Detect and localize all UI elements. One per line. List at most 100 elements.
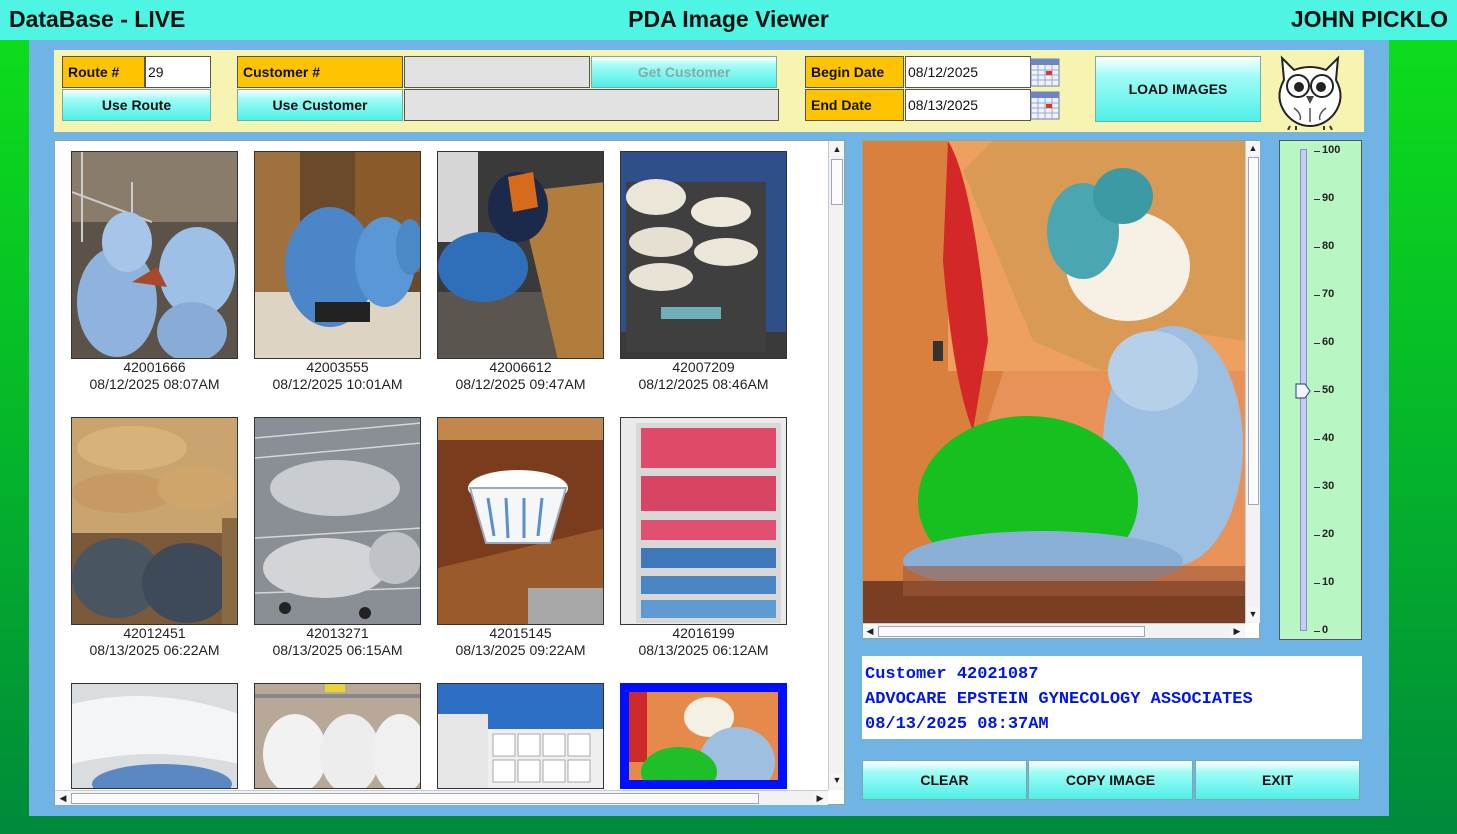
route-input[interactable]: 29 <box>145 56 211 88</box>
scroll-down-icon[interactable]: ▼ <box>830 773 844 787</box>
image-id: 42012451 <box>123 625 186 641</box>
zoom-slider[interactable]: 100 90 80 70 60 50 40 30 20 10 0 <box>1279 140 1362 640</box>
slider-tick-mark <box>1314 535 1320 536</box>
thumbnail-image[interactable] <box>437 683 604 789</box>
thumbnail-image[interactable] <box>254 417 421 625</box>
image-gallery: 42001666 08/12/2025 08:07AM 42003555 08/… <box>54 140 845 805</box>
image-timestamp: 08/13/2025 06:12AM <box>638 642 769 658</box>
image-id: 42003555 <box>306 359 369 375</box>
slider-tick-label: 40 <box>1322 432 1335 444</box>
slider-tick-label: 60 <box>1322 336 1335 348</box>
preview-vertical-scrollbar[interactable]: ▲ ▼ <box>1245 141 1260 623</box>
image-timestamp: 08/12/2025 10:01AM <box>272 376 403 392</box>
slider-tick-mark <box>1314 487 1320 488</box>
customer-input[interactable] <box>404 56 590 88</box>
scroll-right-icon[interactable]: ▶ <box>1230 624 1244 638</box>
scroll-up-icon[interactable]: ▲ <box>830 142 844 156</box>
copy-image-button[interactable]: COPY IMAGE <box>1028 760 1193 800</box>
gallery-horizontal-scrollbar[interactable]: ◀ ▶ <box>55 790 828 805</box>
thumbnail-image[interactable] <box>437 417 604 625</box>
exit-button[interactable]: EXIT <box>1195 760 1360 800</box>
slider-tick-mark <box>1314 199 1320 200</box>
end-date-label: End Date <box>805 89 904 121</box>
slider-tick-label: 90 <box>1322 192 1335 204</box>
owl-logo <box>1268 50 1352 131</box>
gallery-vertical-scrollbar[interactable]: ▲ ▼ <box>828 141 844 790</box>
preview-horizontal-scrollbar[interactable]: ◀ ▶ <box>863 623 1245 638</box>
clear-button[interactable]: CLEAR <box>862 760 1027 800</box>
user-name: JOHN PICKLO <box>1290 6 1448 32</box>
slider-tick-mark <box>1314 439 1320 440</box>
slider-tick-label: 80 <box>1322 240 1335 252</box>
customer-number: Customer 42021087 <box>865 665 1039 684</box>
use-customer-button[interactable]: Use Customer <box>237 89 403 121</box>
image-id: 42001666 <box>123 359 186 375</box>
end-date-input[interactable]: 08/13/2025 <box>905 89 1031 121</box>
thumbnail-image[interactable] <box>620 417 787 625</box>
slider-tick-mark <box>1314 247 1320 248</box>
slider-tick-mark <box>1314 343 1320 344</box>
scroll-left-icon[interactable]: ◀ <box>863 624 877 638</box>
calendar-icon[interactable] <box>1030 57 1060 87</box>
image-timestamp: 08/13/2025 08:37AM <box>865 715 1049 734</box>
slider-tick-mark <box>1314 151 1320 152</box>
slider-tick-mark <box>1314 631 1320 632</box>
slider-tick-label: 30 <box>1322 480 1335 492</box>
image-timestamp: 08/12/2025 08:07AM <box>89 376 220 392</box>
thumbnail-image[interactable] <box>71 683 238 789</box>
slider-tick-label: 100 <box>1322 144 1341 156</box>
load-images-button[interactable]: LOAD IMAGES <box>1095 56 1261 122</box>
main-panel: Route # 29 Use Route Customer # Get Cust… <box>29 40 1389 816</box>
customer-name: ADVOCARE EPSTEIN GYNECOLOGY ASSOCIATES <box>865 690 1253 709</box>
image-id: 42015145 <box>489 625 552 641</box>
thumbnail-image[interactable] <box>254 151 421 359</box>
image-timestamp: 08/13/2025 06:22AM <box>89 642 220 658</box>
slider-tick-label: 20 <box>1322 528 1335 540</box>
slider-tick-label: 10 <box>1322 576 1335 588</box>
customer-label: Customer # <box>237 56 403 88</box>
slider-tick-mark <box>1314 295 1320 296</box>
route-label: Route # <box>62 56 145 88</box>
scroll-up-icon[interactable]: ▲ <box>1246 141 1260 155</box>
app-title: PDA Image Viewer <box>628 6 829 32</box>
slider-tick-label: 70 <box>1322 288 1335 300</box>
slider-tick-mark <box>1314 583 1320 584</box>
image-timestamp: 08/12/2025 09:47AM <box>455 376 586 392</box>
image-timestamp: 08/13/2025 09:22AM <box>455 642 586 658</box>
scroll-left-icon[interactable]: ◀ <box>56 791 70 805</box>
thumbnail-image[interactable] <box>437 151 604 359</box>
thumbnail-image-selected[interactable] <box>620 683 787 789</box>
image-id: 42006612 <box>489 359 552 375</box>
scrollbar-thumb[interactable] <box>71 793 759 804</box>
scroll-down-icon[interactable]: ▼ <box>1246 607 1260 621</box>
toolbar: Route # 29 Use Route Customer # Get Cust… <box>54 50 1364 132</box>
get-customer-button[interactable]: Get Customer <box>591 56 777 88</box>
image-id: 42007209 <box>672 359 735 375</box>
image-timestamp: 08/13/2025 06:15AM <box>272 642 403 658</box>
slider-tick-label: 50 <box>1322 384 1335 396</box>
scrollbar-thumb[interactable] <box>831 159 843 205</box>
image-timestamp: 08/12/2025 08:46AM <box>638 376 769 392</box>
title-bar: PDA Image Viewer DataBase - LIVE JOHN PI… <box>0 0 1457 40</box>
slider-knob[interactable] <box>1295 383 1311 399</box>
use-route-button[interactable]: Use Route <box>62 89 211 121</box>
scrollbar-thumb[interactable] <box>878 626 1145 637</box>
customer-name-field <box>404 89 779 121</box>
thumbnail-image[interactable] <box>71 417 238 625</box>
customer-info-box: Customer 42021087 ADVOCARE EPSTEIN GYNEC… <box>862 656 1362 739</box>
thumbnail-image[interactable] <box>620 151 787 359</box>
thumbnail-image[interactable] <box>254 683 421 789</box>
preview-image <box>863 141 1245 623</box>
begin-date-label: Begin Date <box>805 56 904 88</box>
database-label: DataBase - LIVE <box>9 6 186 32</box>
begin-date-input[interactable]: 08/12/2025 <box>905 56 1031 88</box>
thumbnail-image[interactable] <box>71 151 238 359</box>
image-id: 42013271 <box>306 625 369 641</box>
scrollbar-thumb[interactable] <box>1248 157 1259 505</box>
image-id: 42016199 <box>672 625 735 641</box>
slider-tick-label: 0 <box>1322 624 1329 636</box>
slider-tick-mark <box>1314 391 1320 392</box>
image-preview: ▲ ▼ ◀ ▶ <box>862 140 1260 639</box>
scroll-right-icon[interactable]: ▶ <box>813 791 827 805</box>
calendar-icon[interactable] <box>1030 90 1060 120</box>
